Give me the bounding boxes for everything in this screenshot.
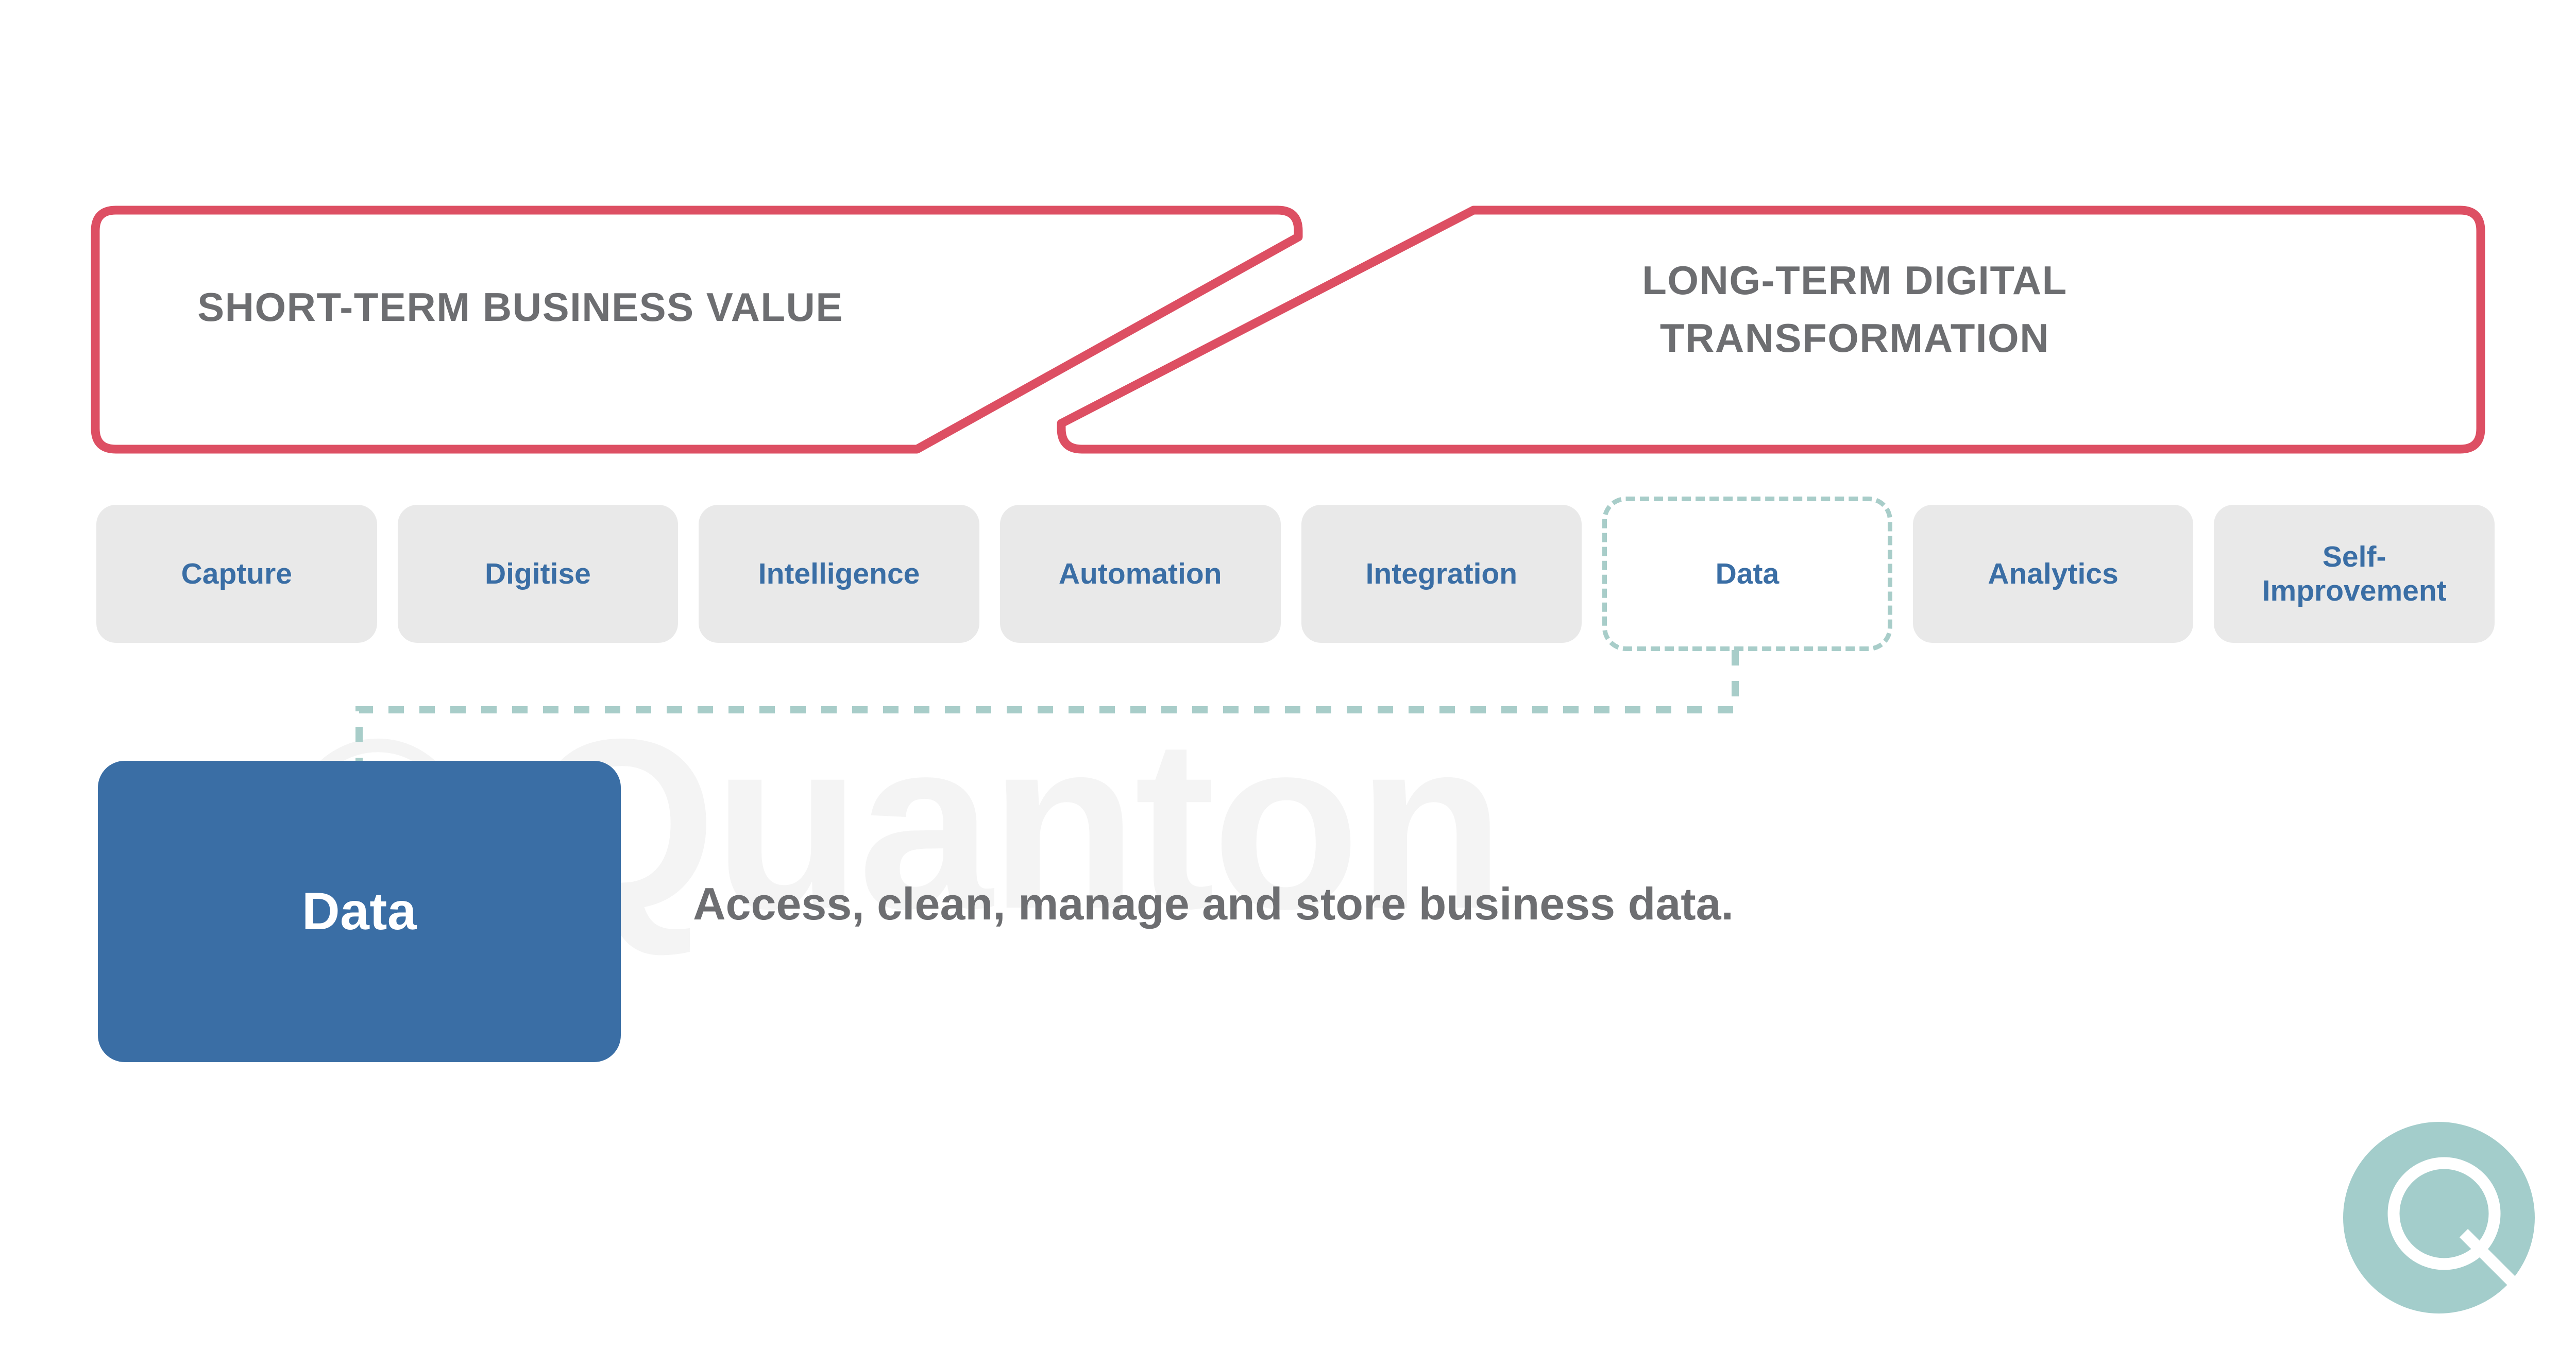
connector-path (355, 650, 1739, 767)
detail-card-title: Data (301, 882, 417, 941)
chip-analytics[interactable]: Analytics (1912, 505, 2194, 643)
chip-label: Data (1715, 557, 1780, 590)
chip-automation[interactable]: Automation (999, 505, 1281, 643)
chip-label: Self- Improvement (2262, 540, 2447, 607)
capability-chip-row: Capture Digitise Intelligence Automation… (96, 497, 2495, 651)
banner-group: SHORT-TERM BUSINESS VALUE LONG-TERM DIGI… (0, 185, 2576, 474)
q-logo-badge (2343, 1122, 2535, 1313)
banner-label-short-term: SHORT-TERM BUSINESS VALUE (197, 284, 843, 330)
chip-label: Digitise (485, 557, 591, 590)
banner-label-long-term: LONG-TERM DIGITAL TRANSFORMATION (1642, 258, 2067, 361)
detail-description: Access, clean, manage and store business… (693, 878, 1734, 929)
chip-capture[interactable]: Capture (96, 505, 377, 643)
chip-integration[interactable]: Integration (1301, 505, 1582, 643)
chip-data[interactable]: Data (1602, 497, 1892, 651)
chip-digitise[interactable]: Digitise (397, 505, 679, 643)
q-logo-icon (2343, 1122, 2535, 1313)
chip-intelligence[interactable]: Intelligence (699, 505, 979, 643)
chip-label: Automation (1058, 557, 1222, 590)
chip-label: Integration (1365, 557, 1518, 590)
detail-card-data[interactable]: Data (98, 761, 621, 1062)
chip-label: Intelligence (758, 557, 920, 590)
chip-label: Analytics (1988, 557, 2119, 590)
quanton-q-logo (2343, 1122, 2545, 1324)
chip-self-improvement[interactable]: Self- Improvement (2214, 505, 2495, 643)
chip-label: Capture (181, 557, 292, 590)
slide-canvas: © Quanton SHORT-TERM BUSINESS VALUE LONG… (0, 0, 2576, 1348)
